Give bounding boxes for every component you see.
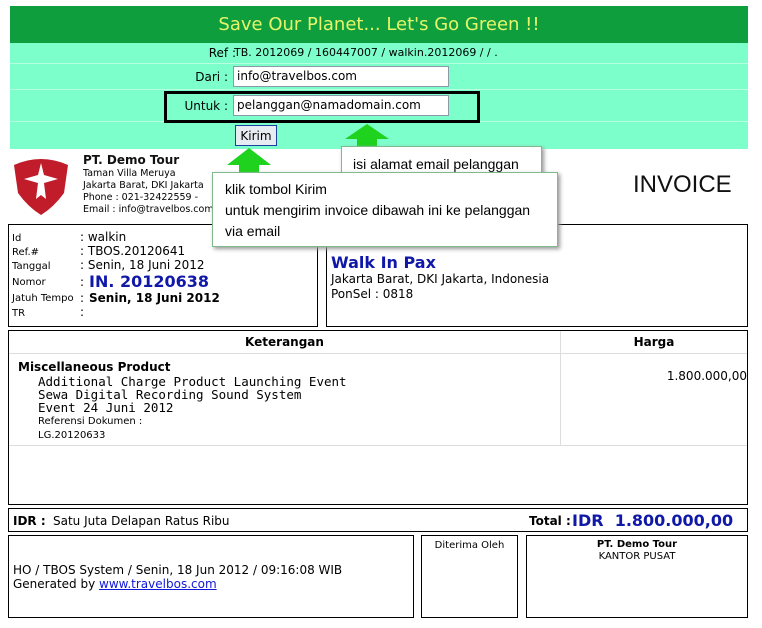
customer-address: Jakarta Barat, DKI Jakarta, Indonesia (331, 272, 550, 286)
company-address-2: Jakarta Barat, DKI Jakarta (83, 180, 204, 191)
customer-phone: PonSel : 0818 (331, 287, 414, 301)
send-hint-callout: klik tombol Kirim untuk mengirim invoice… (212, 172, 558, 247)
company-logo-icon (14, 159, 68, 215)
ref-number-value: : TBOS.20120641 (80, 244, 186, 258)
send-hint-line-1: klik tombol Kirim (225, 181, 327, 197)
product-name: Miscellaneous Product (18, 360, 171, 374)
company-phone: Phone : 021-32422559 - (83, 192, 199, 203)
due-value: Senin, 18 Juni 2012 (89, 291, 220, 305)
tr-value: : (80, 305, 85, 319)
ref-number-label: Ref.# (12, 247, 40, 258)
footer-system-box: HO / TBOS System / Senin, 18 Jun 2012 / … (8, 535, 414, 618)
amount-words-label: IDR : (13, 514, 46, 528)
invoice-number: IN. 20120638 (89, 272, 210, 291)
totals-bar: IDR : Satu Juta Delapan Ratus Ribu Total… (8, 508, 748, 532)
from-label: Dari : (195, 70, 228, 84)
tr-label: TR (12, 308, 26, 319)
received-by-box: Diterima Oleh (421, 535, 518, 618)
id-label: Id (12, 233, 22, 244)
id-value: : walkin (80, 230, 127, 244)
due-label: Jatuh Tempo (12, 293, 74, 304)
recipient-highlight (164, 91, 480, 123)
item-line-3: Event 24 Juni 2012 (38, 400, 174, 415)
company-address-1: Taman Villa Meruya (83, 168, 176, 179)
ref-value: TB. 2012069 / 160447007 / walkin.2012069… (234, 46, 498, 59)
item-price: 1.800.000,00 (666, 369, 747, 383)
company-contact: Taman Villa Meruya Jakarta Barat, DKI Ja… (83, 168, 214, 216)
from-row: Dari : info@travelbos.com (10, 63, 748, 89)
item-row-description: Miscellaneous Product Additional Charge … (9, 354, 561, 446)
company-signature-box: PT. Demo Tour KANTOR PUSAT (526, 535, 748, 618)
invoice-title: INVOICE (633, 171, 732, 198)
system-line: HO / TBOS System / Senin, 18 Jun 2012 / … (13, 563, 343, 577)
generated-by-line: Generated by www.travelbos.com (13, 577, 217, 591)
number-label: Nomor (12, 277, 46, 288)
signature-office: KANTOR PUSAT (598, 551, 676, 562)
item-row-price: 1.800.000,00 (561, 354, 747, 446)
go-green-banner: Save Our Planet... Let's Go Green !! (10, 6, 748, 43)
ref-doc-label: Referensi Dokumen : (38, 416, 143, 427)
date-value: : Senin, 18 Juni 2012 (80, 258, 205, 272)
due-colon: : (80, 291, 85, 305)
travelbos-link[interactable]: www.travelbos.com (99, 577, 217, 591)
col-header-price: Harga (561, 331, 747, 354)
received-by-label: Diterima Oleh (434, 540, 505, 551)
email-hint-text: isi alamat email pelanggan (353, 156, 519, 172)
company-name: PT. Demo Tour (83, 153, 180, 167)
send-button[interactable]: Kirim (235, 125, 277, 146)
col-header-description: Keterangan (9, 331, 561, 354)
generated-by-label: Generated by (13, 577, 100, 591)
total-label: Total : (529, 514, 571, 528)
total-amount: IDR 1.800.000,00 (572, 511, 734, 530)
number-colon: : (80, 275, 85, 289)
send-hint-line-2: untuk mengirim invoice dibawah ini ke pe… (225, 202, 531, 218)
send-hint-line-3: via email (225, 223, 281, 239)
items-table: Keterangan Harga Miscellaneous Product A… (8, 330, 748, 505)
ref-doc-value: LG.20120633 (38, 430, 106, 441)
ref-label: Ref : (208, 46, 236, 60)
signature-company-name: PT. Demo Tour (596, 539, 678, 550)
amount-words-value: Satu Juta Delapan Ratus Ribu (53, 514, 230, 528)
ref-row: Ref : TB. 2012069 / 160447007 / walkin.2… (10, 43, 748, 63)
customer-name: Walk In Pax (331, 253, 436, 272)
company-email: Email : info@travelbos.com (83, 204, 214, 215)
from-email-field[interactable]: info@travelbos.com (233, 66, 449, 87)
date-label: Tanggal (12, 261, 51, 272)
